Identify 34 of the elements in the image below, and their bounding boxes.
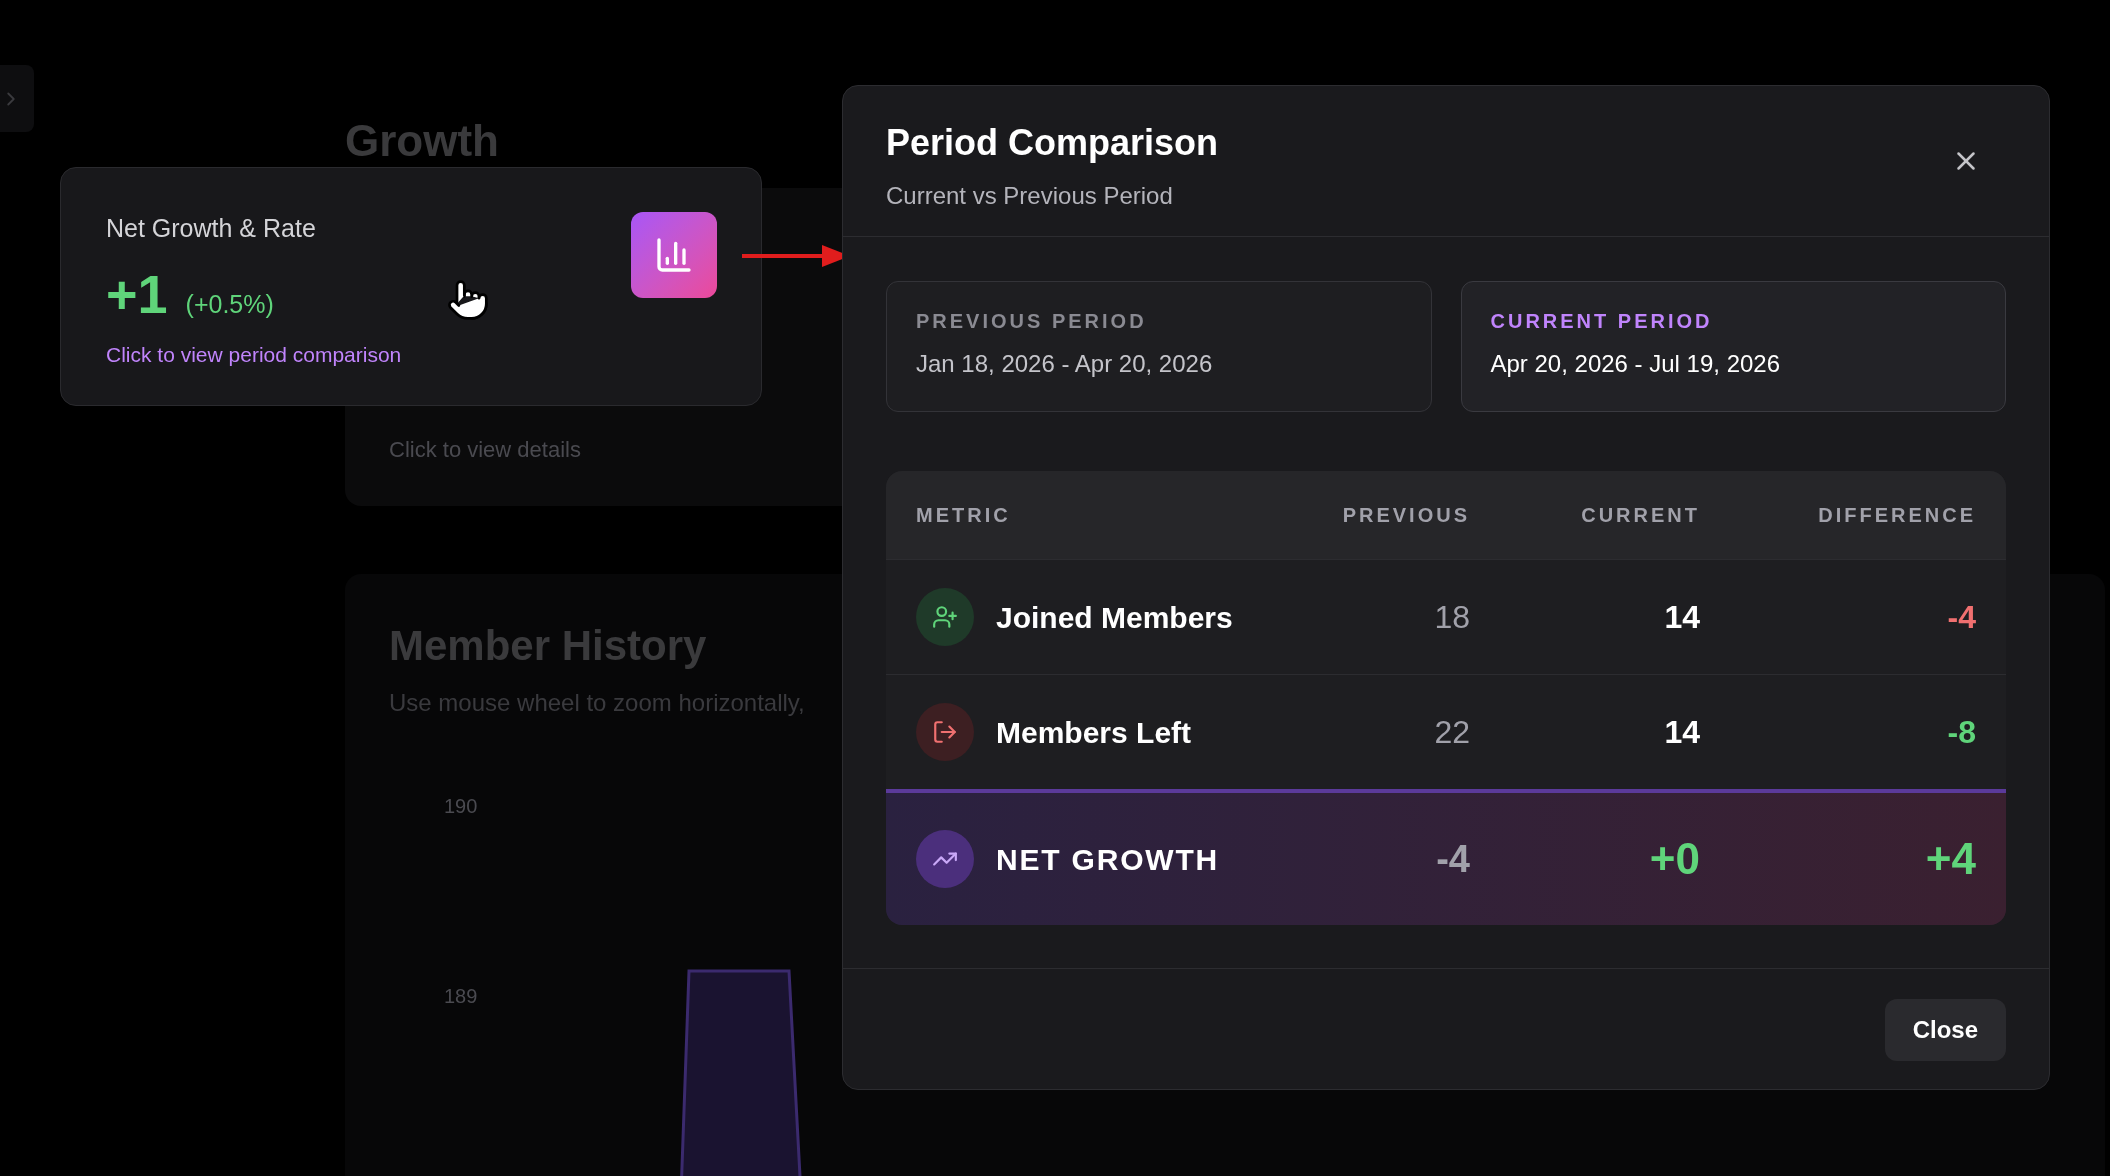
column-header: PREVIOUS xyxy=(1342,503,1470,528)
period-label: PREVIOUS PERIOD xyxy=(916,309,1148,334)
comparison-link[interactable]: Click to view period comparison xyxy=(106,338,716,370)
current-value: 14 xyxy=(1664,713,1700,752)
previous-value: 22 xyxy=(1434,713,1470,752)
column-header: DIFFERENCE xyxy=(1818,503,1976,528)
difference-value: +4 xyxy=(1925,833,1976,885)
net-growth-card[interactable]: Net Growth & Rate +1 (+0.5%) Click to view period comparison xyxy=(60,167,762,406)
dialog-subtitle: Current vs Previous Period xyxy=(886,181,1174,211)
metric-name: Joined Members xyxy=(996,599,1233,636)
growth-rate: (+0.5%) xyxy=(185,288,274,320)
period-range: Jan 18, 2026 - Apr 20, 2026 xyxy=(916,349,1214,379)
dialog-title: Period Comparison xyxy=(886,121,1219,165)
column-header: CURRENT xyxy=(1581,503,1700,528)
previous-value: -4 xyxy=(1436,836,1470,882)
axis-tick-label: 190 xyxy=(444,794,479,819)
column-header: METRIC xyxy=(916,503,1012,528)
sidebar-toggle[interactable] xyxy=(0,65,34,132)
page-heading: Growth xyxy=(345,115,499,167)
current-value: +0 xyxy=(1649,833,1700,885)
close-button[interactable]: Close xyxy=(1884,999,2006,1061)
card-title: Net Growth & Rate xyxy=(106,213,317,244)
difference-value: -4 xyxy=(1947,598,1976,637)
current-value: 14 xyxy=(1664,598,1700,637)
previous-value: 18 xyxy=(1434,598,1470,637)
metric-name: Members Left xyxy=(996,714,1192,751)
difference-value: -8 xyxy=(1947,713,1976,752)
period-label: CURRENT PERIOD xyxy=(1490,309,1714,334)
card-hint: Click to view details xyxy=(389,437,581,462)
period-range: Apr 20, 2026 - Jul 19, 2026 xyxy=(1490,349,1782,379)
axis-tick-label: 189 xyxy=(444,984,479,1009)
bar-chart-icon xyxy=(631,212,717,298)
metric-name: NET GROWTH xyxy=(996,841,1219,878)
net-growth-value: +1 xyxy=(106,262,168,326)
